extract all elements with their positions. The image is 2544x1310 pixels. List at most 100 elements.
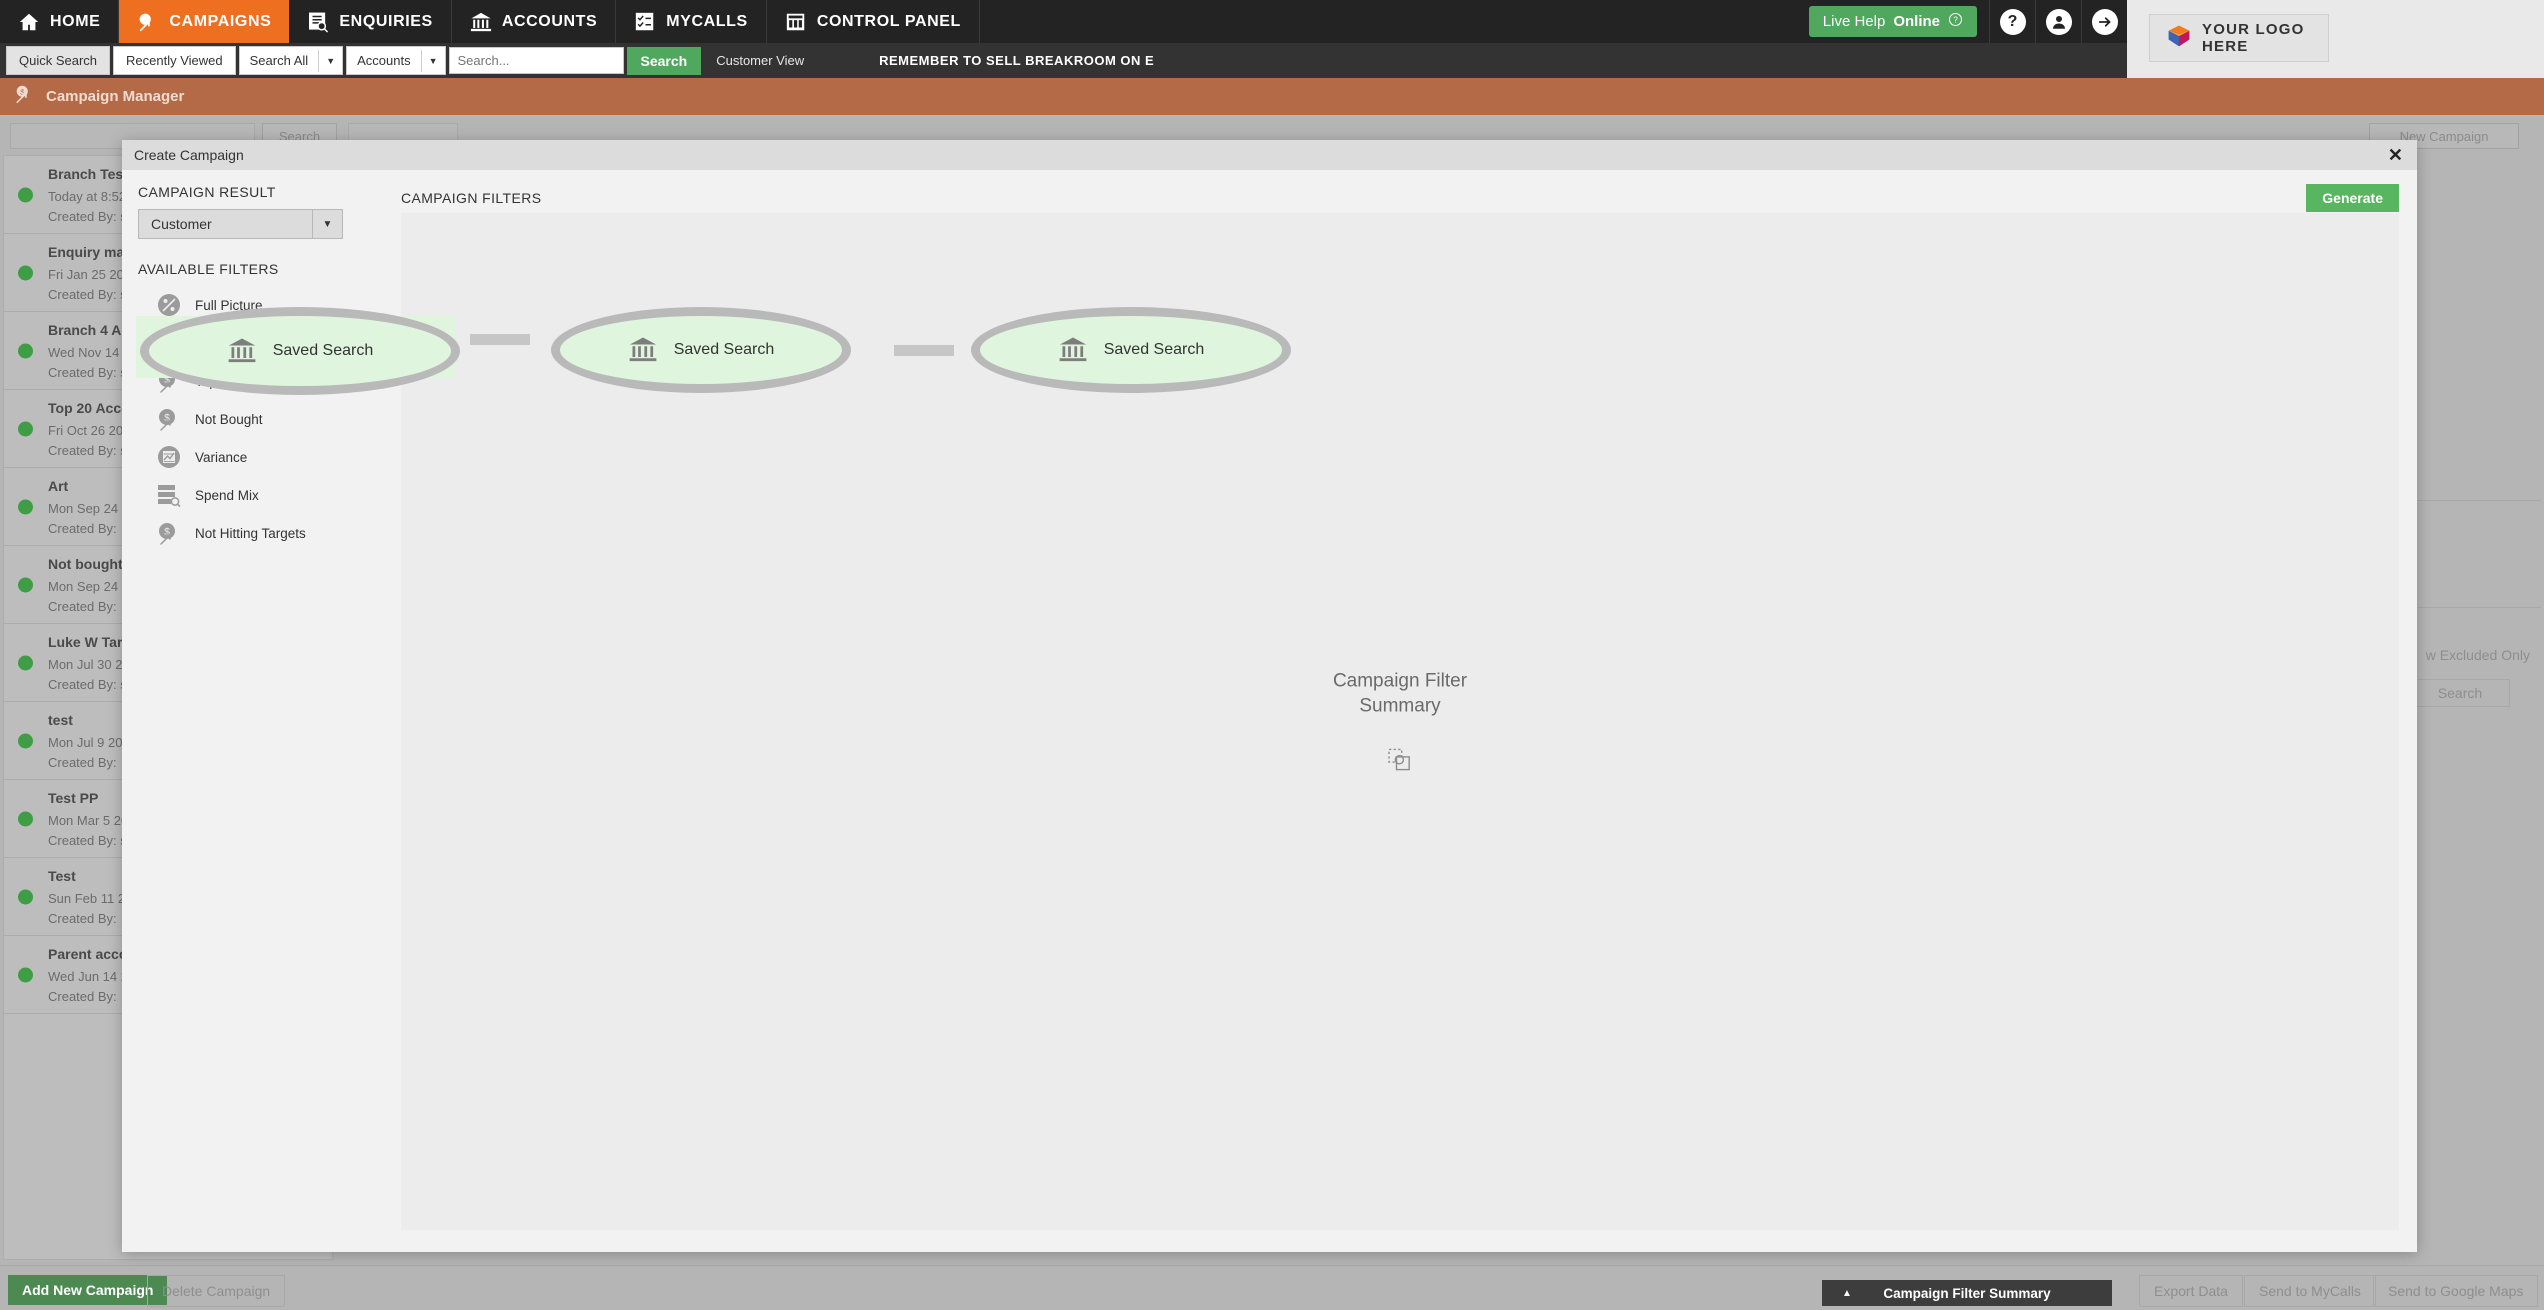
copy-pages-icon <box>1333 745 1467 775</box>
page-title-bar: $ Campaign Manager <box>0 78 2544 115</box>
live-help-status: Online <box>1893 13 1940 30</box>
status-dot <box>18 967 33 982</box>
create-campaign-dialog: Create Campaign ✕ CAMPAIGN RESULT Custom… <box>122 140 2417 1252</box>
campaign-filter-summary-placeholder: Campaign Filter Summary <box>1333 668 1467 775</box>
nav-item-accounts[interactable]: ACCOUNTS <box>452 0 617 43</box>
nav-item-home[interactable]: HOME <box>0 0 120 43</box>
search-scope-select[interactable]: Search All ▼ <box>238 46 344 75</box>
campaign-result-label: CAMPAIGN RESULT <box>138 184 276 200</box>
user-account-button[interactable] <box>2035 0 2081 43</box>
enquiries-icon <box>307 11 329 33</box>
filter-item-spend-mix[interactable]: Spend Mix <box>138 476 387 514</box>
send-to-mycalls-button[interactable]: Send to MyCalls <box>2244 1275 2376 1307</box>
live-help-button[interactable]: Live Help Online ? <box>1808 6 1977 37</box>
status-dot <box>18 811 33 826</box>
announcement-marquee: REMEMBER TO SELL BREAKROOM ON E <box>879 53 1155 68</box>
saved-search-node[interactable]: Saved Search <box>551 307 851 393</box>
status-dot <box>18 577 33 592</box>
nav-item-control-panel[interactable]: CONTROL PANEL <box>767 0 980 43</box>
search-button[interactable]: Search <box>626 46 702 75</box>
nav-label: ACCOUNTS <box>501 12 598 30</box>
nav-label: ENQUIRIES <box>339 12 433 30</box>
dialog-title: Create Campaign <box>134 147 244 163</box>
summary-line-1: Campaign Filter <box>1332 669 1468 691</box>
page-title: Campaign Manager <box>46 88 185 105</box>
status-dot <box>18 733 33 748</box>
status-dot <box>18 889 33 904</box>
help-button[interactable]: ? <box>1989 0 2035 43</box>
campaign-result-select[interactable]: Customer ▼ <box>138 209 343 239</box>
saved-search-bank-icon <box>227 336 257 366</box>
show-excluded-only-label: w Excluded Only <box>2425 647 2530 663</box>
home-icon <box>18 11 40 33</box>
control-panel-icon <box>785 11 807 33</box>
logout-button[interactable] <box>2081 0 2127 43</box>
spend-mix-icon <box>156 482 182 508</box>
filter-item-not-hitting-targets[interactable]: $ Not Hitting Targets <box>138 514 387 552</box>
mycalls-checklist-icon <box>634 11 656 33</box>
add-new-campaign-button[interactable]: Add New Campaign <box>8 1275 168 1305</box>
send-to-google-maps-button[interactable]: Send to Google Maps <box>2373 1275 2539 1307</box>
status-dot <box>18 655 33 670</box>
chevron-down-icon: ▼ <box>312 210 342 238</box>
campaign-filters-label: CAMPAIGN FILTERS <box>401 190 542 206</box>
available-filters-label: AVAILABLE FILTERS <box>138 261 279 277</box>
not-hitting-targets-icon: $ <box>156 520 182 546</box>
svg-text:?: ? <box>1953 16 1958 25</box>
filter-label: Not Bought <box>195 411 263 427</box>
filter-label: Spend Mix <box>195 487 259 503</box>
live-help-label: Live Help <box>1822 13 1886 30</box>
saved-search-node[interactable]: Saved Search <box>140 307 460 395</box>
caret-up-icon: ▲ <box>1842 1287 1852 1299</box>
full-picture-icon <box>156 292 182 318</box>
page-bottom-bar: Add New Campaign Delete Campaign Export … <box>0 1265 2544 1310</box>
summary-line-2: Summary <box>1359 695 1441 717</box>
saved-search-node-label: Saved Search <box>673 341 775 358</box>
saved-search-bank-icon <box>628 335 658 365</box>
status-dot <box>18 187 33 202</box>
close-icon[interactable]: ✕ <box>2388 146 2403 164</box>
logo-area: YOUR LOGO HERE <box>2127 0 2544 78</box>
filter-item-variance[interactable]: Variance <box>138 438 387 476</box>
campaign-filter-summary-tab-label: Campaign Filter Summary <box>1883 1285 2051 1301</box>
question-mark-icon: ? <box>1999 8 2026 35</box>
campaign-manager-icon: $ <box>14 83 36 110</box>
campaign-filter-summary-tab[interactable]: ▲ Campaign Filter Summary <box>1822 1280 2112 1306</box>
export-data-button[interactable]: Export Data <box>2139 1275 2243 1307</box>
status-dot <box>18 499 33 514</box>
generate-button[interactable]: Generate <box>2306 184 2399 212</box>
not-bought-icon: $ <box>156 406 182 432</box>
saved-search-node-label: Saved Search <box>272 342 374 359</box>
quick-search-tab[interactable]: Quick Search <box>6 46 111 75</box>
status-dot <box>18 421 33 436</box>
nav-item-campaigns[interactable]: $ CAMPAIGNS <box>119 0 290 43</box>
status-dot <box>18 343 33 358</box>
live-help-question-icon: ? <box>1948 12 1963 31</box>
saved-search-node-label: Saved Search <box>1103 341 1205 358</box>
search-scope-value: Search All <box>249 53 309 68</box>
delete-campaign-button[interactable]: Delete Campaign <box>147 1275 286 1307</box>
status-dot <box>18 265 33 280</box>
saved-search-node[interactable]: Saved Search <box>971 307 1291 393</box>
panel-search-button[interactable]: Search <box>2410 679 2510 707</box>
nav-item-mycalls[interactable]: MYCALLS <box>616 0 767 43</box>
recently-viewed-tab[interactable]: Recently Viewed <box>113 46 236 75</box>
logo-text: YOUR LOGO HERE <box>2202 21 2305 55</box>
nav-label: CAMPAIGNS <box>169 12 272 30</box>
logo-mark-icon <box>2166 23 2192 54</box>
filter-label: Not Hitting Targets <box>195 525 306 541</box>
nav-item-enquiries[interactable]: ENQUIRIES <box>289 0 452 43</box>
customer-view-link[interactable]: Customer View <box>716 53 804 68</box>
filter-item-not-bought[interactable]: $ Not Bought <box>138 400 387 438</box>
accounts-bank-icon <box>470 11 492 33</box>
campaign-filters-header: CAMPAIGN FILTERS Generate <box>401 184 2399 212</box>
variance-icon <box>156 444 182 470</box>
search-input[interactable] <box>448 47 624 74</box>
search-entity-select[interactable]: Accounts ▼ <box>346 46 446 75</box>
top-navigation-bar: HOME $ CAMPAIGNS ENQUIRIES ACCOUNTS MYCA… <box>0 0 2127 43</box>
company-logo: YOUR LOGO HERE <box>2149 14 2329 62</box>
nav-label: HOME <box>50 12 101 30</box>
campaign-icon: $ <box>137 11 159 33</box>
campaign-result-value: Customer <box>151 216 212 232</box>
